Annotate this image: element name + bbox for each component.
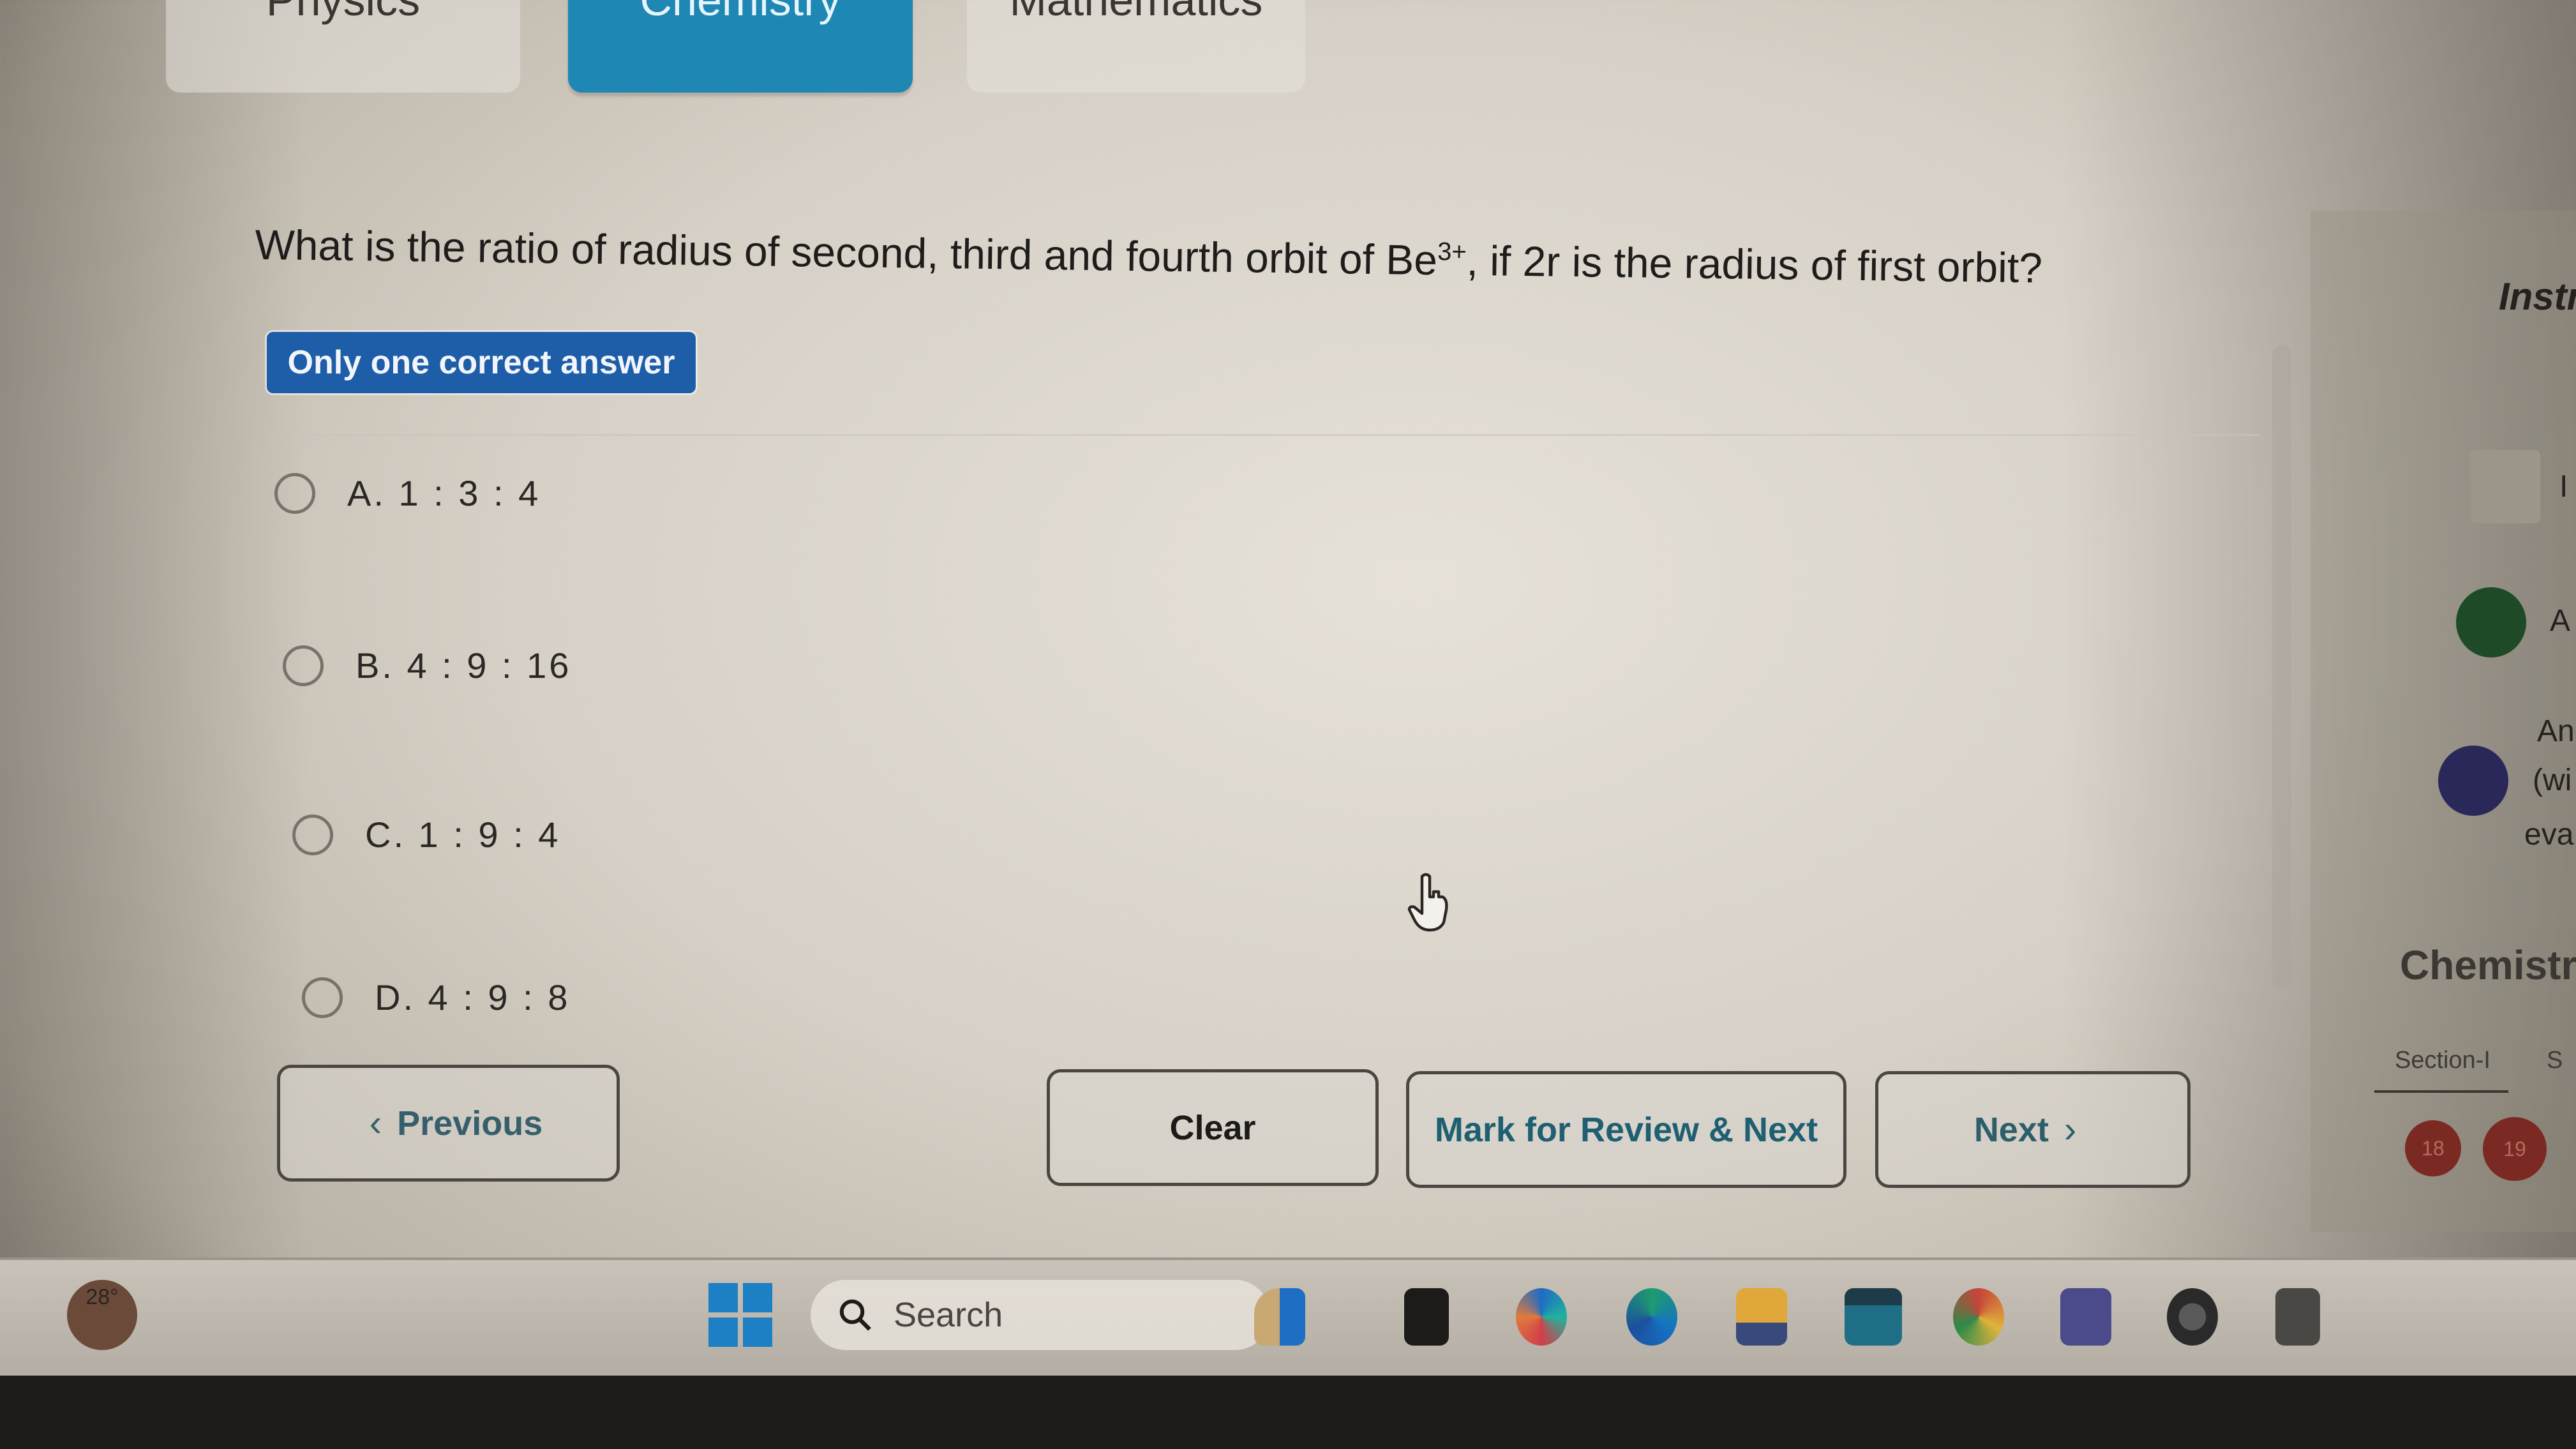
badge-label: Only one correct answer (287, 344, 675, 381)
legend-label: eva (2524, 818, 2574, 852)
file-explorer-icon[interactable] (1736, 1288, 1787, 1346)
legend-answered-marked-icon (2438, 746, 2508, 816)
option-a[interactable]: A. 1 : 3 : 4 (274, 472, 541, 514)
mark-for-review-next-button[interactable]: Mark for Review & Next (1406, 1071, 1846, 1188)
chrome-browser-icon[interactable] (1953, 1288, 2004, 1346)
legend-label: I (2559, 470, 2568, 504)
radio-button[interactable] (274, 472, 315, 514)
chevron-right-icon: › (2063, 1109, 2077, 1150)
instructions-heading[interactable]: Instr (2499, 274, 2576, 319)
teams-app-icon[interactable] (2060, 1288, 2111, 1346)
search-icon (839, 1299, 871, 1331)
legend-label: An (2537, 714, 2575, 748)
legend-label: (wi (2533, 763, 2572, 797)
charge-superscript: 3+ (1437, 237, 1467, 266)
question-number-button[interactable]: 19 (2483, 1117, 2547, 1181)
hand-pointer-cursor-icon (1407, 873, 1448, 932)
radio-button[interactable] (302, 977, 343, 1018)
option-label: B. 4 : 9 : 16 (356, 645, 572, 686)
button-label: Mark for Review & Next (1434, 1110, 1818, 1149)
next-button[interactable]: Next › (1875, 1071, 2190, 1188)
calculator-app-icon[interactable] (2275, 1288, 2320, 1346)
monitor-bezel (0, 1376, 2576, 1449)
windows-start-icon[interactable] (708, 1283, 772, 1347)
option-b[interactable]: B. 4 : 9 : 16 (283, 645, 571, 686)
option-d[interactable]: D. 4 : 9 : 8 (302, 977, 570, 1018)
question-number-button[interactable]: 18 (2405, 1120, 2461, 1176)
tab-label: Chemistry (640, 0, 841, 25)
clear-button[interactable]: Clear (1047, 1069, 1379, 1186)
weather-temperature: 28° (86, 1285, 119, 1309)
section-tab-2[interactable]: S (2547, 1047, 2563, 1074)
mail-app-icon[interactable] (1845, 1288, 1902, 1346)
right-side-panel (2310, 211, 2576, 1232)
legend-answered-icon (2456, 587, 2526, 657)
dark-folder-app-icon[interactable] (1404, 1288, 1449, 1346)
question-text-tail: , if 2r is the radius of first orbit? (1466, 236, 2043, 292)
chevron-left-icon: ‹ (369, 1102, 382, 1144)
section-tab[interactable]: Section-I (2395, 1047, 2490, 1074)
radio-button[interactable] (283, 645, 324, 686)
taskbar-search-box[interactable]: Search (811, 1280, 1270, 1350)
tab-physics[interactable]: Physics (166, 0, 520, 93)
edge-browser-icon[interactable] (1626, 1288, 1677, 1346)
screen-vignette (0, 0, 2576, 1449)
divider (268, 434, 2259, 436)
option-label: D. 4 : 9 : 8 (375, 977, 571, 1017)
weather-widget[interactable]: 28° (67, 1280, 137, 1350)
legend-not-visited-icon (2470, 450, 2540, 523)
search-placeholder: Search (894, 1296, 1003, 1334)
option-c[interactable]: C. 1 : 9 : 4 (292, 814, 560, 855)
pinned-app-icon[interactable] (2167, 1288, 2218, 1346)
option-label: A. 1 : 3 : 4 (347, 473, 541, 513)
tab-chemistry[interactable]: Chemistry (568, 0, 913, 93)
tab-label: Mathematics (1009, 0, 1263, 25)
button-label: Next (1973, 1110, 2049, 1149)
previous-button[interactable]: ‹ Previous (277, 1065, 620, 1182)
legend-label: A (2550, 604, 2571, 638)
panel-subject-heading: Chemistr (2400, 942, 2576, 988)
widgets-app-icon[interactable] (1254, 1288, 1305, 1346)
question-text: What is the ratio of radius of second, t… (255, 220, 2234, 295)
question-scrollbar[interactable] (2272, 345, 2291, 989)
option-label: C. 1 : 9 : 4 (365, 815, 561, 855)
copilot-app-icon[interactable] (1516, 1288, 1567, 1346)
button-label: Previous (397, 1104, 543, 1143)
radio-button[interactable] (292, 814, 333, 855)
button-label: Clear (1169, 1108, 1256, 1147)
tab-label: Physics (266, 0, 421, 25)
section-tab-underline (2374, 1090, 2508, 1093)
answer-type-badge: Only one correct answer (267, 332, 696, 393)
tab-mathematics[interactable]: Mathematics (967, 0, 1305, 93)
question-text-main: What is the ratio of radius of second, t… (255, 220, 1438, 284)
